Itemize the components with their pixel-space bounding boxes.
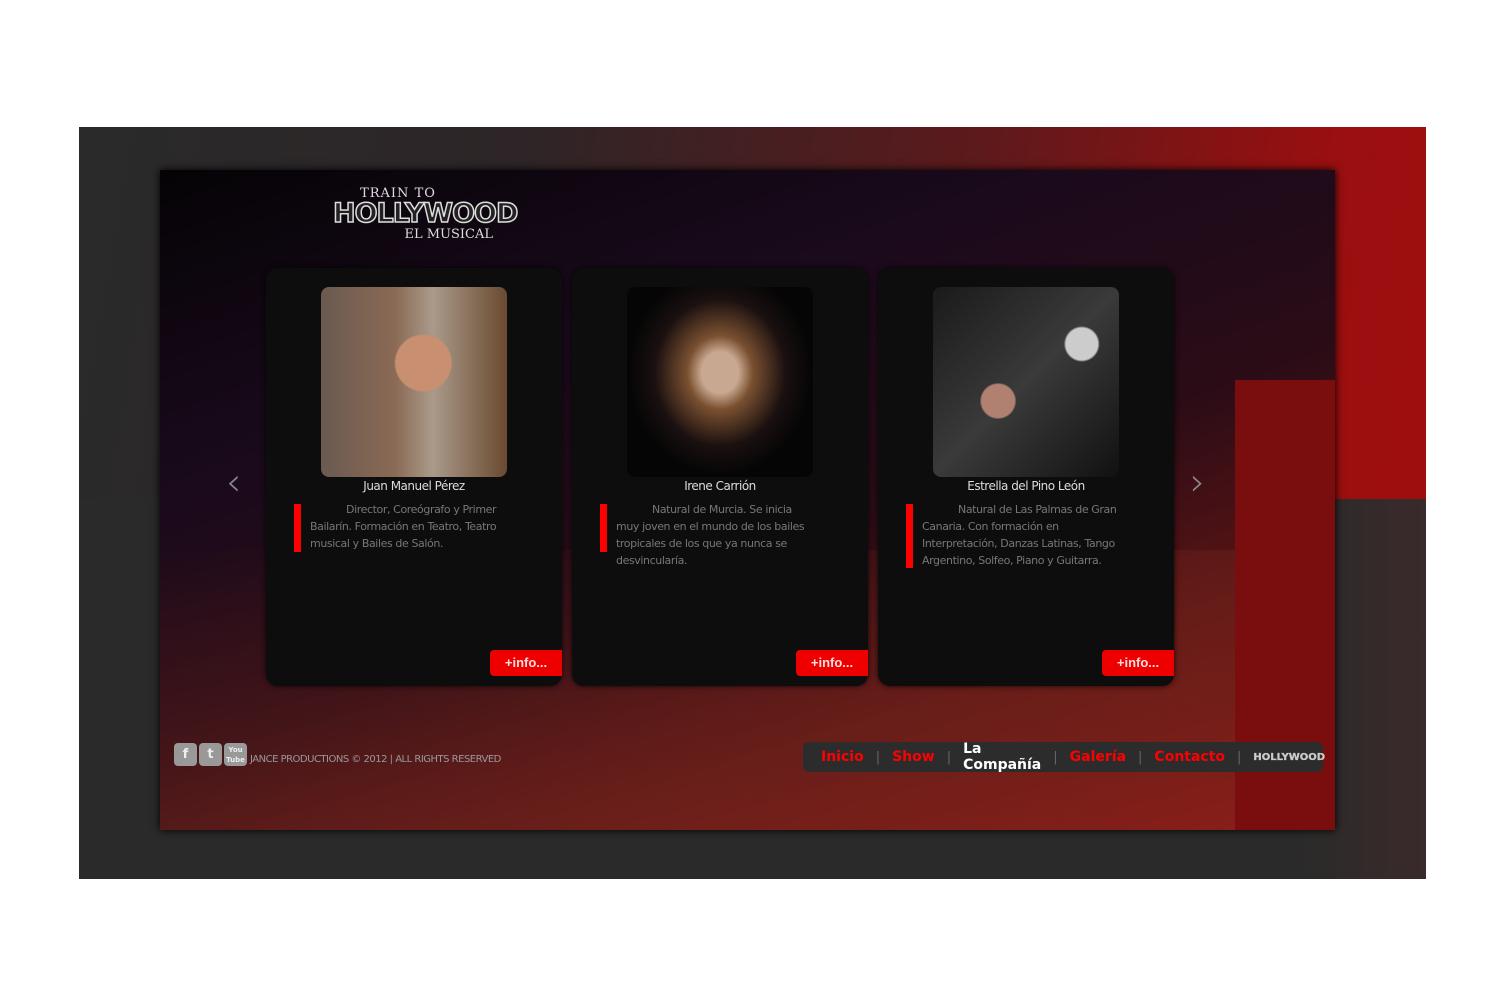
member-photo (321, 287, 507, 477)
facebook-icon[interactable]: f (174, 743, 197, 766)
accent-bar (294, 504, 301, 552)
website-page: TRAIN TO HOLLYWOOD EL MUSICAL ‹ › Juan M… (160, 170, 1335, 830)
nav-show[interactable]: Show (892, 749, 935, 765)
nav-mini-logo[interactable]: HOLLYWOOD (1253, 752, 1325, 762)
more-info-button[interactable]: +info... (490, 650, 562, 676)
member-photo (933, 287, 1119, 477)
logo-line3: EL MUSICAL (404, 227, 493, 242)
member-description: Natural de Murcia. Se inicia muy joven e… (616, 503, 805, 567)
prev-arrow[interactable]: ‹ (226, 460, 241, 504)
more-info-button[interactable]: +info... (1102, 650, 1174, 676)
copyright-text: JANCE PRODUCTIONS © 2012 | ALL RIGHTS RE… (250, 754, 501, 765)
nav-galeria[interactable]: Galería (1070, 749, 1126, 765)
member-card: Juan Manuel Pérez Director, Coreógrafo y… (266, 268, 562, 686)
nav-separator: | (1138, 749, 1143, 765)
social-links: f t You Tube (174, 743, 247, 766)
member-name: Juan Manuel Pérez (363, 479, 465, 493)
member-card: Irene Carrión Natural de Murcia. Se inic… (572, 268, 868, 686)
accent-bar (600, 504, 607, 552)
member-card: Estrella del Pino León Natural de Las Pa… (878, 268, 1174, 686)
member-name: Estrella del Pino León (967, 479, 1085, 493)
nav-contacto[interactable]: Contacto (1154, 749, 1225, 765)
twitter-icon[interactable]: t (199, 743, 222, 766)
more-info-button[interactable]: +info... (796, 650, 868, 676)
member-name: Irene Carrión (684, 479, 756, 493)
main-nav: Inicio | Show | La Compañía | Galería | Cont… (803, 741, 1325, 773)
nav-inicio[interactable]: Inicio (821, 749, 864, 765)
nav-separator: | (946, 749, 952, 765)
accent-bar (906, 504, 913, 568)
member-description: Natural de Las Palmas de Gran Canaria. C… (922, 503, 1117, 567)
logo-line2: HOLLYWOOD (332, 198, 519, 229)
nav-la-compania[interactable]: La Compañía (963, 741, 1041, 773)
nav-separator: | (875, 749, 881, 765)
next-arrow[interactable]: › (1190, 460, 1205, 504)
member-description: Director, Coreógrafo y Primer Bailarín. … (310, 503, 497, 550)
nav-separator: | (1237, 749, 1242, 765)
nav-separator: | (1053, 749, 1058, 765)
youtube-icon[interactable]: You Tube (224, 743, 247, 766)
member-photo (627, 287, 813, 477)
site-logo[interactable]: TRAIN TO HOLLYWOOD EL MUSICAL (332, 186, 519, 242)
